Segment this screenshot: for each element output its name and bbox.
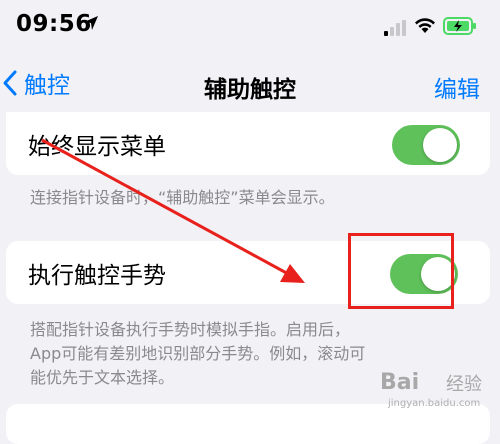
watermark-url: jingyan.baidu.com <box>388 398 481 409</box>
watermark-text: 经验 <box>446 374 482 395</box>
watermark-logo: Bai <box>380 370 420 395</box>
annotation-highlight-box <box>348 233 454 309</box>
annotation-arrow <box>41 138 305 283</box>
baidu-jingyan-watermark: Bai 经验 jingyan.baidu.com <box>380 368 496 418</box>
